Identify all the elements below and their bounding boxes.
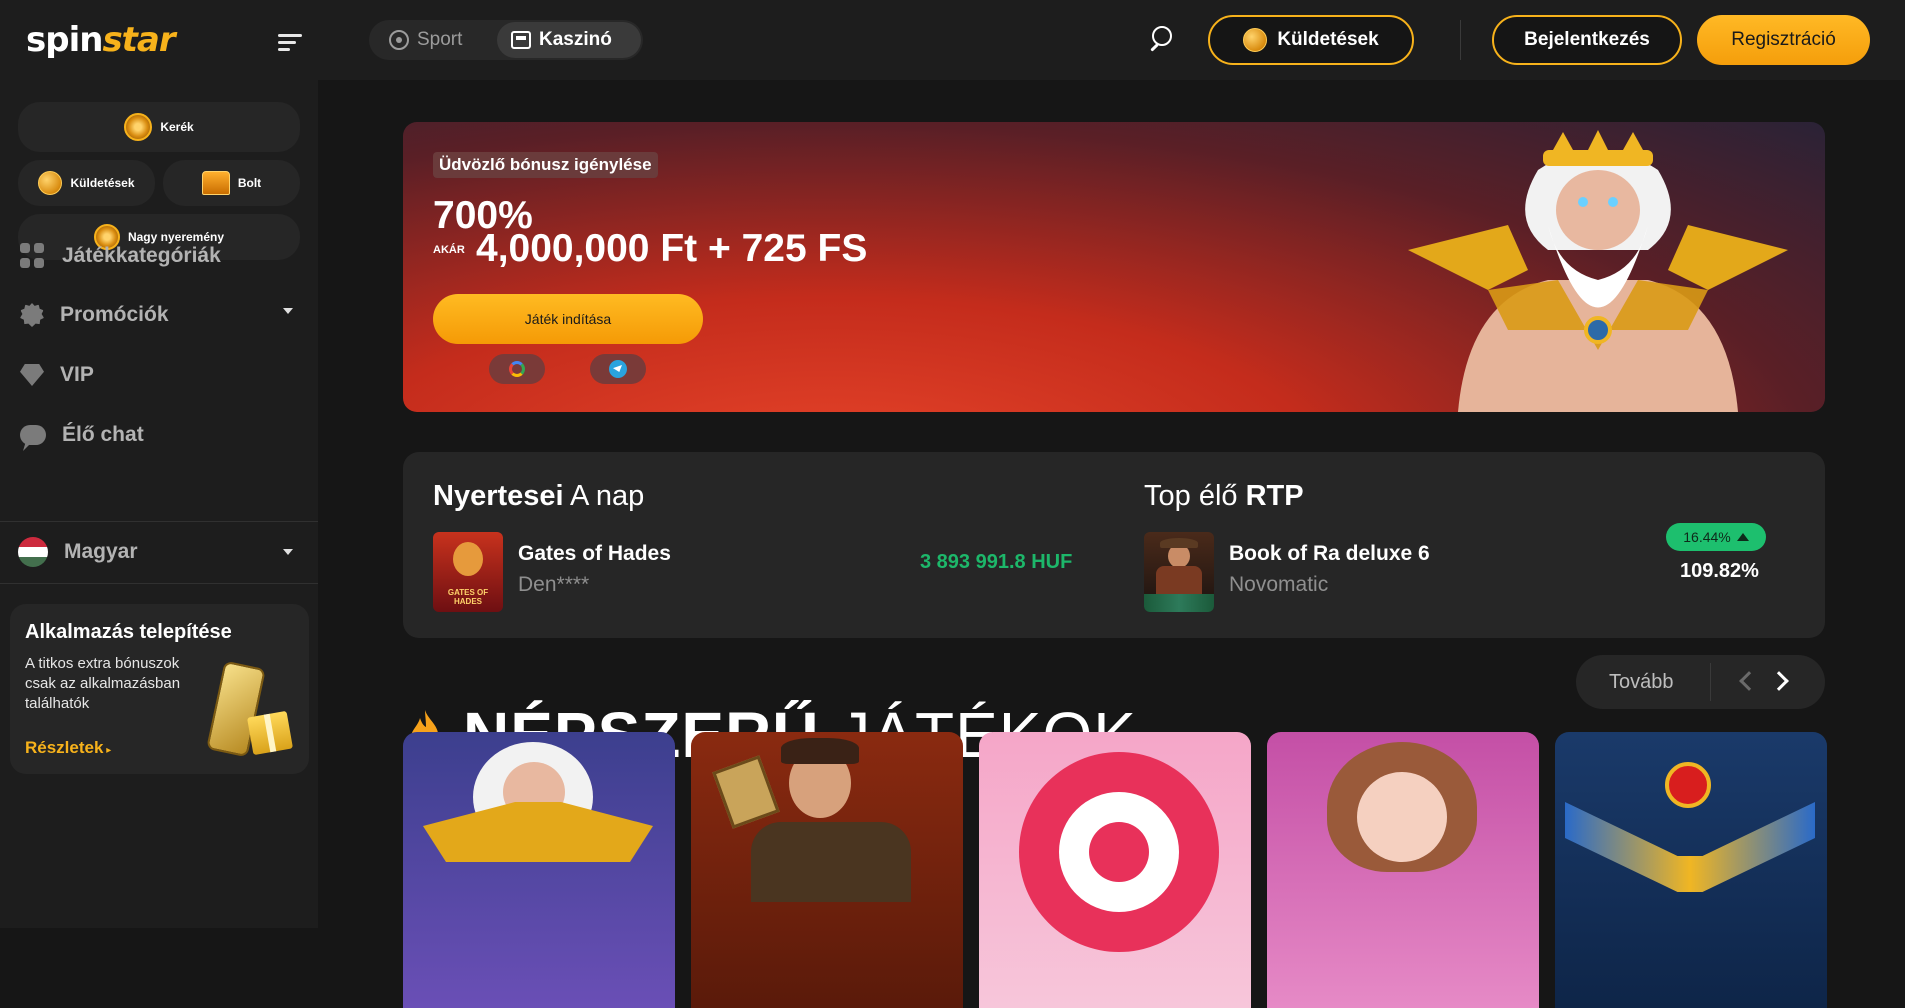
daily-winners-title-rest: A nap xyxy=(563,480,645,512)
tab-sport-label: Sport xyxy=(417,29,463,50)
rtp-game-name[interactable]: Book of Ra deluxe 6 xyxy=(1229,542,1430,566)
hungary-flag-icon xyxy=(18,537,48,567)
daily-winners-title-bold: Nyertesei xyxy=(433,480,564,512)
top-live-rtp-title: Top élő RTP xyxy=(1144,480,1304,513)
chevron-right-icon[interactable] xyxy=(1769,671,1789,691)
sidebar: Kerék Küldetések Bolt Nagy nyeremény Ját… xyxy=(0,80,318,928)
spinstar-logo[interactable]: spinstar xyxy=(26,20,176,60)
winner-game-name[interactable]: Gates of Hades xyxy=(518,542,671,566)
rtp-change-badge: 16.44% xyxy=(1666,523,1766,551)
game-tile[interactable] xyxy=(979,732,1251,1008)
book-of-ra-thumbnail[interactable] xyxy=(1144,532,1214,612)
header-divider xyxy=(1460,20,1461,60)
wheel-label: Kerék xyxy=(160,120,194,134)
daily-winners-title: Nyertesei A nap xyxy=(433,480,644,513)
sidebar-item-label: Játékkategóriák xyxy=(62,244,221,267)
logo-text-white: spin xyxy=(26,20,103,60)
top-live-rtp-title-rest: Top élő xyxy=(1144,480,1246,512)
sidebar-missions-button[interactable]: Küldetések xyxy=(18,160,155,206)
game-tile[interactable] xyxy=(1555,732,1827,1008)
sidebar-item-promotions[interactable]: Promóciók xyxy=(20,303,169,327)
search-icon[interactable] xyxy=(1148,26,1176,54)
install-app-description: A titkos extra bónuszok csak az alkalmaz… xyxy=(25,655,181,712)
main-content: Üdvözlő bónusz igénylése 700% AKÁR 4,000… xyxy=(318,80,1905,1008)
winner-player-name: Den**** xyxy=(518,573,590,596)
zeus-character-illustration xyxy=(1408,130,1788,412)
top-bar: spinstar Sport Kaszinó Küldetések Bejele… xyxy=(0,0,1905,80)
sidebar-item-live-chat[interactable]: Élő chat xyxy=(20,423,144,447)
gates-of-hades-thumbnail[interactable]: GATES OF HADES xyxy=(433,532,503,612)
google-signin-button[interactable] xyxy=(489,354,545,384)
install-app-card: Alkalmazás telepítése A titkos extra bón… xyxy=(10,604,309,774)
football-icon xyxy=(389,30,409,50)
chevron-down-icon[interactable] xyxy=(283,549,293,555)
game-tile[interactable] xyxy=(1267,732,1539,1008)
coin-icon xyxy=(1243,28,1268,52)
diamond-icon xyxy=(20,364,44,386)
install-app-details-link[interactable]: Részletek ▸ xyxy=(25,738,111,758)
banner-upto-label: AKÁR xyxy=(433,244,465,256)
welcome-bonus-banner[interactable]: Üdvözlő bónusz igénylése 700% AKÁR 4,000… xyxy=(403,122,1825,412)
sidebar-item-vip[interactable]: VIP xyxy=(20,363,94,387)
more-games-button[interactable]: Tovább xyxy=(1609,671,1674,694)
arrow-up-icon xyxy=(1736,533,1749,541)
game-tile[interactable] xyxy=(691,732,963,1008)
chevron-left-icon[interactable] xyxy=(1739,671,1759,691)
slot-machine-icon xyxy=(511,31,531,49)
tab-casino-label: Kaszinó xyxy=(539,29,612,50)
sidebar-divider xyxy=(0,583,318,584)
product-switch: Sport Kaszinó xyxy=(369,20,643,60)
chevron-down-icon[interactable] xyxy=(283,308,293,314)
sidebar-item-label: VIP xyxy=(60,363,94,386)
language-selector[interactable]: Magyar xyxy=(18,537,138,567)
jackpot-label: Nagy nyeremény xyxy=(127,230,225,244)
sidebar-missions-label: Küldetések xyxy=(70,176,135,190)
menu-toggle-icon[interactable] xyxy=(278,34,302,52)
missions-button[interactable]: Küldetések xyxy=(1208,15,1414,65)
register-button[interactable]: Regisztráció xyxy=(1697,15,1870,65)
rtp-change-value: 16.44% xyxy=(1683,529,1731,545)
winners-panel: Nyertesei A nap GATES OF HADES Gates of … xyxy=(403,452,1825,638)
missions-button-label: Küldetések xyxy=(1277,29,1379,50)
categories-icon xyxy=(20,243,46,269)
details-link-label: Részletek xyxy=(25,738,104,757)
sidebar-item-categories[interactable]: Játékkategóriák xyxy=(20,243,221,269)
gift-box-illustration xyxy=(247,710,293,756)
wheel-button[interactable]: Kerék xyxy=(18,102,300,152)
wheel-icon xyxy=(124,113,153,141)
popular-games-nav: Tovább xyxy=(1576,655,1825,709)
login-button[interactable]: Bejelentkezés xyxy=(1492,15,1682,65)
install-app-title: Alkalmazás telepítése xyxy=(25,621,232,643)
chat-bubble-icon xyxy=(20,425,46,445)
top-live-rtp-title-bold: RTP xyxy=(1245,480,1304,512)
coin-icon xyxy=(38,171,63,195)
thumbnail-caption: GATES OF HADES xyxy=(447,588,489,606)
shop-label: Bolt xyxy=(237,176,262,190)
banner-tag: Üdvözlő bónusz igénylése xyxy=(433,152,658,178)
rtp-provider-name: Novomatic xyxy=(1229,573,1329,596)
logo-text-yellow: star xyxy=(102,20,175,60)
rtp-value: 109.82% xyxy=(1680,560,1759,582)
winner-amount: 3 893 991.8 HUF xyxy=(920,551,1073,573)
caret-right-icon: ▸ xyxy=(103,745,112,756)
shop-button[interactable]: Bolt xyxy=(163,160,300,206)
telegram-icon xyxy=(609,360,627,378)
start-game-button[interactable]: Játék indítása xyxy=(433,294,703,344)
google-icon xyxy=(509,361,525,377)
banner-amount: 4,000,000 Ft + 725 FS xyxy=(476,227,868,270)
tab-casino[interactable]: Kaszinó xyxy=(497,22,641,58)
treasure-chest-icon xyxy=(201,171,230,195)
sidebar-divider xyxy=(0,521,318,522)
language-label: Magyar xyxy=(64,540,138,563)
promo-badge-icon xyxy=(20,303,44,327)
telegram-signin-button[interactable] xyxy=(590,354,646,384)
nav-divider xyxy=(1710,663,1711,701)
sidebar-item-label: Promóciók xyxy=(60,303,169,326)
tab-sport[interactable]: Sport xyxy=(375,22,476,58)
sidebar-item-label: Élő chat xyxy=(62,423,144,446)
game-tile[interactable] xyxy=(403,732,675,1008)
